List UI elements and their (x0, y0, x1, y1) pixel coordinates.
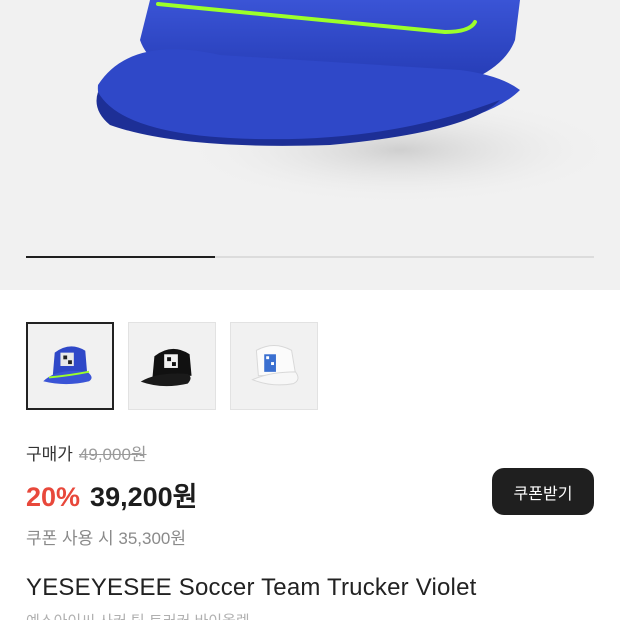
product-image-gallery[interactable] (0, 0, 620, 290)
thumbnail-blue-cap[interactable] (26, 322, 114, 410)
white-cap-thumbnail-image (251, 344, 299, 386)
thumbnail-white-cap[interactable] (230, 322, 318, 410)
blue-cap-image (96, 0, 620, 205)
sale-price: 39,200원 (90, 482, 198, 512)
buy-price-row: 구매가 49,000원 (26, 440, 594, 465)
thumbnail-black-cap[interactable] (128, 322, 216, 410)
thumbnail-list (26, 322, 318, 410)
buy-price-label: 구매가 (26, 445, 73, 464)
product-subtitle: 예스아이씨 사커 팀 트러커 바이올렛 (26, 610, 250, 620)
product-title: YESEYESEE Soccer Team Trucker Violet (26, 574, 477, 601)
original-price: 49,000원 (78, 445, 147, 464)
black-cap-thumbnail-image (140, 348, 192, 387)
gallery-progress-track (26, 256, 594, 258)
coupon-price-text: 쿠폰 사용 시 35,300원 (26, 529, 187, 548)
blue-cap-thumbnail-image (43, 346, 92, 385)
gallery-progress-fill (26, 256, 216, 258)
discount-rate: 20% (26, 482, 81, 512)
get-coupon-button[interactable]: 쿠폰받기 (492, 468, 594, 515)
